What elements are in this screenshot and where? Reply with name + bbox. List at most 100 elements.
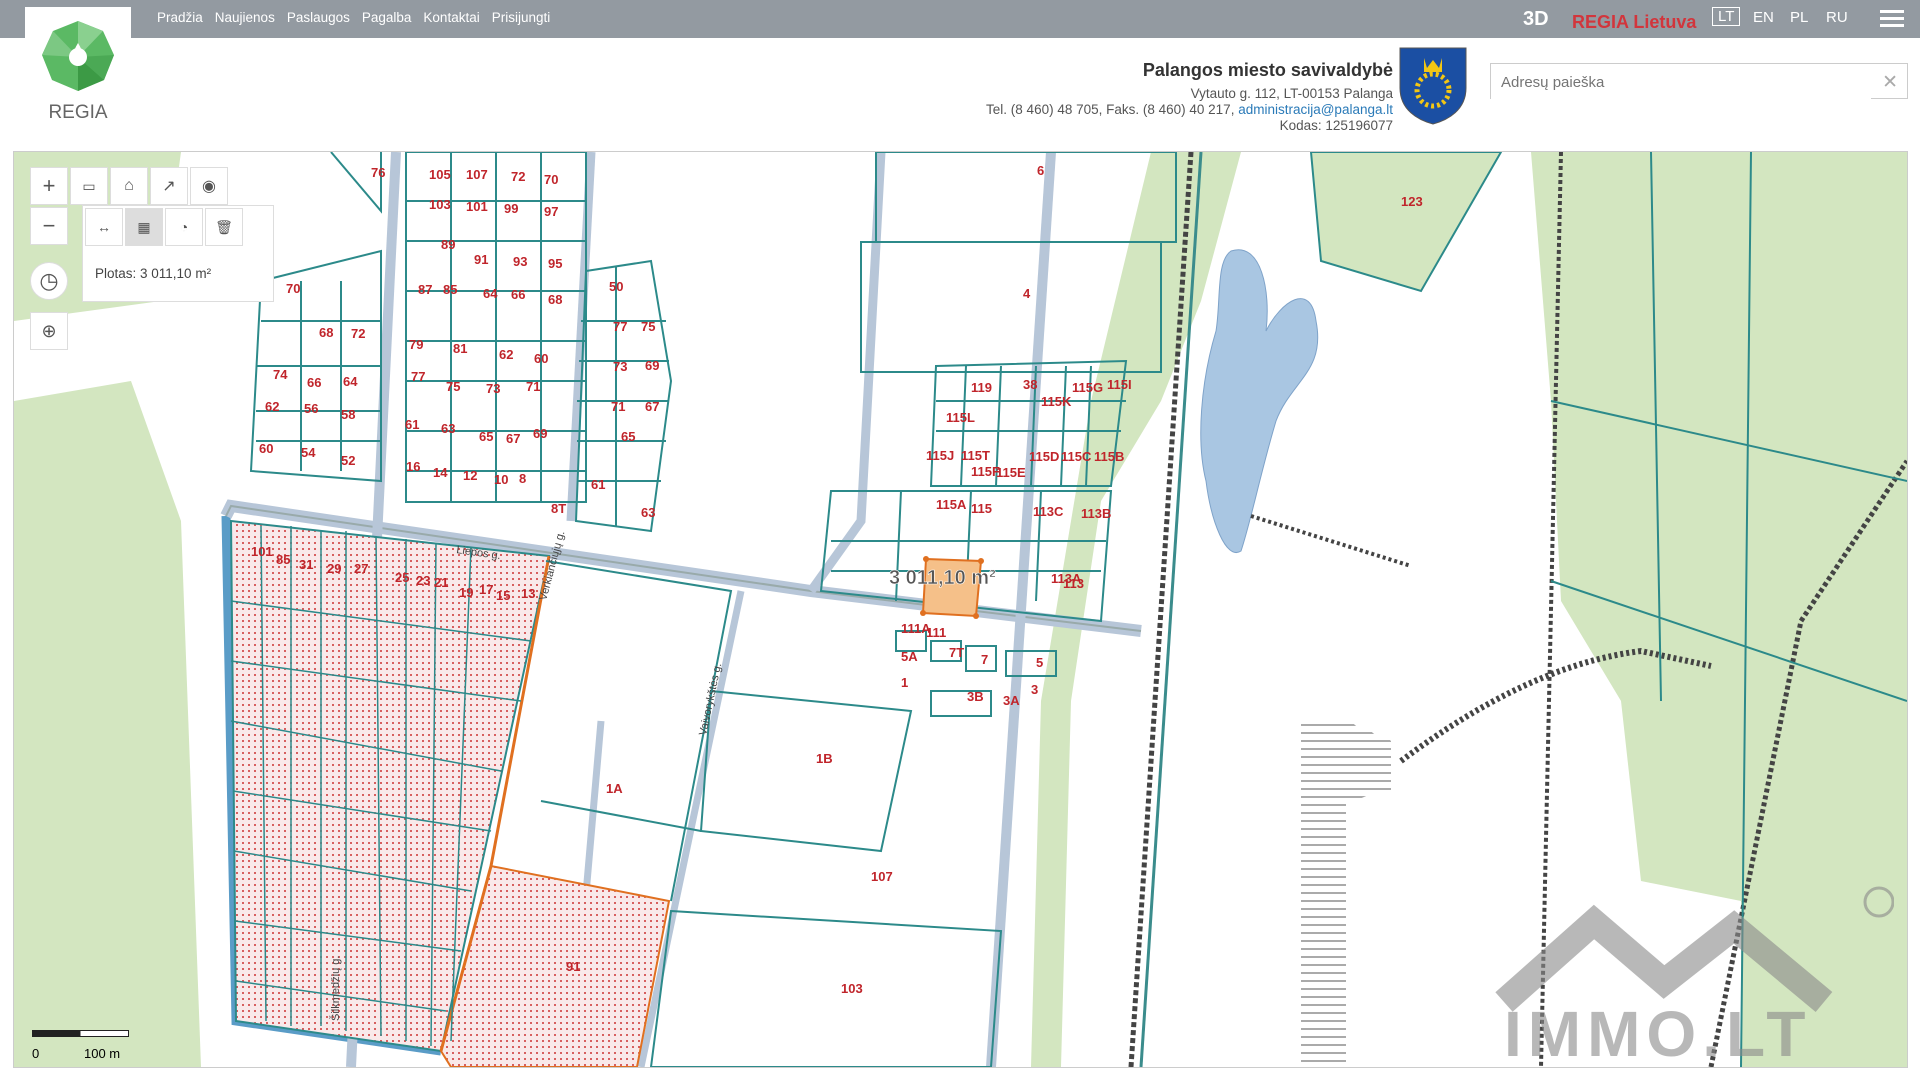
parcel-number: 91 [474, 252, 488, 267]
main-nav: Pradžia Naujienos Paslaugos Pagalba Kont… [157, 10, 550, 25]
clear-search-icon[interactable]: ✕ [1882, 71, 1898, 94]
parcel-number: 15 [496, 588, 510, 603]
parcel-number: 8 [519, 471, 526, 486]
nav-item-news[interactable]: Naujienos [215, 10, 275, 25]
locate-icon[interactable]: ⊕ [30, 312, 68, 350]
marker-icon[interactable]: ⌂ [110, 167, 148, 205]
scale-distance: 100 m [84, 1046, 121, 1061]
parcel-number: 72 [351, 326, 365, 341]
parcel-number: 61 [591, 477, 605, 492]
parcel-number: 66 [307, 375, 321, 390]
history-icon[interactable]: ◷ [30, 262, 68, 300]
parcel-number: 103 [841, 981, 863, 996]
parcel-number: 56 [304, 401, 318, 416]
parcel-number: 103 [429, 197, 451, 212]
nav-item-login[interactable]: Prisijungti [492, 10, 551, 25]
parcel-number: 31 [299, 557, 313, 572]
parcel-number: 71 [611, 399, 625, 414]
nav-item-contacts[interactable]: Kontaktai [423, 10, 479, 25]
parcel-number: 77 [411, 369, 425, 384]
parcel-number: 113 [1063, 576, 1084, 591]
regia-logo[interactable]: REGIA [25, 7, 131, 130]
parcel-number: 50 [609, 279, 623, 294]
parcel-number: 12 [463, 468, 477, 483]
parcel-number: 72 [511, 169, 525, 184]
lang-ru[interactable]: RU [1826, 9, 1848, 26]
municipality-email-link[interactable]: administracija@palanga.lt [1238, 102, 1393, 117]
area-readout: Plotas: 3 011,10 m² [95, 266, 212, 281]
nav-item-services[interactable]: Paslaugos [287, 10, 350, 25]
residential-area [229, 519, 671, 1067]
municipality-contacts: Tel. (8 460) 48 705, Faks. (8 460) 40 21… [986, 102, 1393, 117]
trash-icon[interactable]: 🗑 [205, 208, 243, 246]
parcel-number: 101 [466, 199, 488, 214]
lang-lt[interactable]: LT [1712, 7, 1741, 26]
measure-icon[interactable]: ▭ [70, 167, 108, 205]
nav-item-home[interactable]: Pradžia [157, 10, 203, 25]
measure-panel: ↔ ▦ ◔ 🗑 Plotas: 3 011,10 m² [82, 205, 274, 302]
nav-item-help[interactable]: Pagalba [362, 10, 412, 25]
parcel-number: 89 [441, 237, 455, 252]
parcel-number: 63 [641, 505, 655, 520]
measure-area-icon[interactable]: ▦ [125, 208, 163, 246]
parcel-number: 60 [259, 441, 273, 456]
parcel-number: 69 [533, 426, 547, 441]
parcel-number: 5A [901, 649, 918, 664]
parcel-number: 115E [996, 465, 1026, 480]
parcel-number: 4 [1023, 286, 1031, 301]
target-icon[interactable]: ◉ [190, 167, 228, 205]
measure-label: 3 011,10 m² [889, 567, 996, 589]
cadastral-map[interactable]: 3 011,10 m² Liepos g. Vaivorykštės g. Ve… [13, 151, 1908, 1068]
parcel-number: 115K [1041, 394, 1072, 409]
parcel-number: 119 [971, 380, 992, 395]
measure-distance-icon[interactable]: ↔ [85, 208, 123, 246]
parcel-number: 71 [526, 379, 540, 394]
parcel-number: 62 [265, 399, 279, 414]
address-search-input[interactable] [1491, 64, 1871, 101]
parcel-number: 115C [1061, 449, 1092, 464]
parcel-number: 25 [395, 570, 409, 585]
3d-button[interactable]: 3D [1523, 8, 1549, 31]
menu-icon[interactable] [1880, 10, 1904, 31]
parcel-number: 76 [371, 165, 385, 180]
immo-watermark: IMMO.LT [1494, 872, 1895, 1067]
parcel-number: 115G [1072, 380, 1103, 395]
parcel-number: 67 [506, 431, 520, 446]
parcel-number: 23 [416, 573, 430, 588]
parcel-number: 7T [949, 645, 964, 660]
parcel-number: 21 [434, 575, 448, 590]
parcel-number: 60 [534, 351, 548, 366]
parcel-number: 101 [251, 544, 273, 559]
parcel-number: 107 [466, 167, 488, 182]
parcel-number: 68 [548, 292, 562, 307]
parcel-number: 64 [343, 374, 358, 389]
coat-of-arms-icon [1399, 47, 1467, 125]
parcel-number: 13 [521, 586, 535, 601]
parcel-number: 107 [871, 869, 893, 884]
parcel-number: 3B [967, 689, 984, 704]
parcel-number: 113C [1033, 504, 1064, 519]
parcel-number: 77 [613, 319, 627, 334]
parcel-number: 19 [459, 585, 473, 600]
parcel-number: 3A [1003, 693, 1020, 708]
measure-radius-icon[interactable]: ◔ [165, 208, 203, 246]
parcel-number: 97 [544, 204, 558, 219]
parcel-number: 115I [1107, 377, 1132, 392]
parcel-number: 115 [971, 501, 992, 516]
share-icon[interactable]: ↗ [150, 167, 188, 205]
parcel-number: 7 [981, 652, 988, 667]
zoom-out-button[interactable]: − [30, 207, 68, 245]
address-search: ✕ [1490, 63, 1908, 101]
lang-pl[interactable]: PL [1790, 9, 1808, 26]
parcel-number: 66 [511, 287, 525, 302]
lang-en[interactable]: EN [1753, 9, 1774, 26]
parcel-number: 111 [926, 625, 946, 640]
parcel-number: 1 [901, 675, 908, 690]
regia-lietuva-link[interactable]: REGIA Lietuva [1572, 12, 1696, 33]
parcel-number: 93 [513, 254, 527, 269]
parcel-number: 63 [441, 421, 455, 436]
zoom-in-button[interactable]: + [30, 167, 68, 205]
parcel-number: 75 [446, 379, 460, 394]
parcel-number: 85 [443, 282, 457, 297]
parcel-number: 115L [946, 410, 975, 425]
